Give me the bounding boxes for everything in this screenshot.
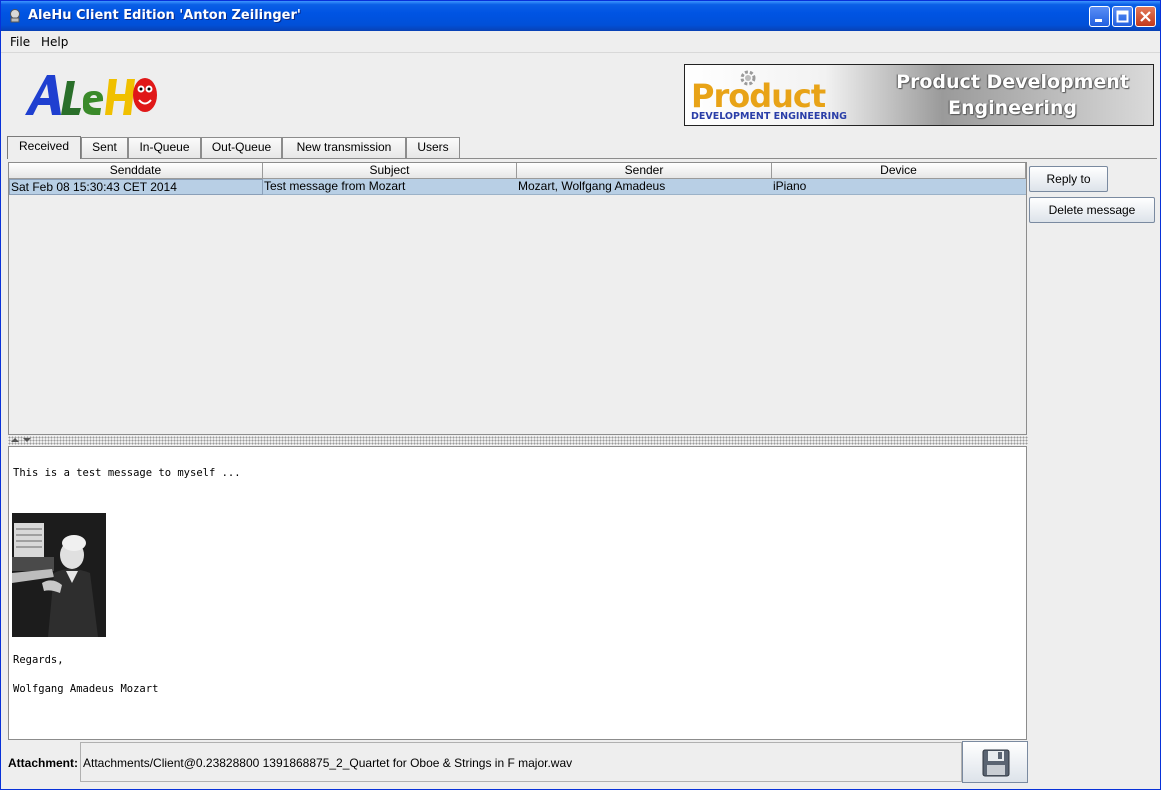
app-icon — [10, 9, 20, 23]
banner-subtitle: DEVELOPMENT ENGINEERING — [691, 111, 847, 122]
mozart-portrait-image — [12, 513, 106, 637]
maximize-icon — [1116, 10, 1129, 23]
cell-sender[interactable]: Mozart, Wolfgang Amadeus — [517, 179, 772, 195]
message-signature: Wolfgang Amadeus Mozart — [13, 683, 159, 695]
delete-message-button[interactable]: Delete message — [1029, 197, 1155, 223]
cell-senddate[interactable]: Sat Feb 08 15:30:43 CET 2014 — [9, 179, 263, 195]
message-regards: Regards, — [13, 654, 64, 666]
close-icon — [1140, 11, 1151, 22]
menu-file[interactable]: File — [10, 35, 30, 49]
menu-help[interactable]: Help — [41, 35, 68, 49]
cell-subject[interactable]: Test message from Mozart — [263, 179, 517, 195]
maximize-button[interactable] — [1112, 6, 1133, 27]
tab-new-transmission[interactable]: New transmission — [282, 137, 406, 158]
banner-product-word: Product — [691, 77, 826, 115]
split-arrows-icon[interactable] — [10, 436, 34, 444]
close-button[interactable] — [1135, 6, 1156, 27]
tab-divider — [7, 158, 1157, 159]
tab-out-queue[interactable]: Out-Queue — [201, 137, 282, 158]
window-title: AleHu Client Edition 'Anton Zeilinger' — [28, 8, 301, 23]
menu-bar: File Help — [1, 31, 1160, 53]
cell-device[interactable]: iPiano — [772, 179, 1026, 195]
tab-users[interactable]: Users — [406, 137, 460, 158]
minimize-button[interactable] — [1089, 6, 1110, 27]
table-header: Senddate Subject Sender Device — [9, 163, 1026, 179]
split-pane-divider[interactable] — [8, 436, 1028, 445]
message-line: This is a test message to myself ... — [13, 467, 241, 479]
message-body[interactable]: This is a test message to myself ... Reg… — [8, 446, 1027, 740]
table-row[interactable]: Sat Feb 08 15:30:43 CET 2014 Test messag… — [9, 179, 1026, 195]
tab-in-queue[interactable]: In-Queue — [128, 137, 201, 158]
column-subject[interactable]: Subject — [263, 163, 517, 179]
save-attachment-button[interactable] — [962, 741, 1028, 783]
attachment-path: Attachments/Client@0.23828800 1391868875… — [83, 756, 573, 770]
messages-table[interactable]: Senddate Subject Sender Device Sat Feb 0… — [8, 162, 1027, 435]
tab-received[interactable]: Received — [7, 136, 81, 159]
banner-title-line1: Product Development — [896, 71, 1129, 93]
tab-sent[interactable]: Sent — [81, 137, 128, 158]
column-senddate[interactable]: Senddate — [9, 163, 263, 179]
column-sender[interactable]: Sender — [517, 163, 772, 179]
attachment-label: Attachment: — [8, 756, 79, 770]
banner-title-line2: Engineering — [948, 97, 1077, 119]
reply-to-button[interactable]: Reply to — [1029, 166, 1108, 192]
product-development-banner: Product DEVELOPMENT ENGINEERING Product … — [684, 64, 1154, 126]
title-bar[interactable]: AleHu Client Edition 'Anton Zeilinger' — [1, 1, 1160, 31]
minimize-icon — [1095, 19, 1102, 22]
column-device[interactable]: Device — [772, 163, 1026, 179]
banner-title: Product Development Engineering — [875, 69, 1150, 121]
attachment-field[interactable]: Attachments/Client@0.23828800 1391868875… — [80, 742, 962, 782]
alehu-logo — [25, 75, 157, 115]
app-window: AleHu Client Edition 'Anton Zeilinger' F… — [0, 0, 1161, 790]
floppy-disk-icon — [982, 749, 1010, 777]
